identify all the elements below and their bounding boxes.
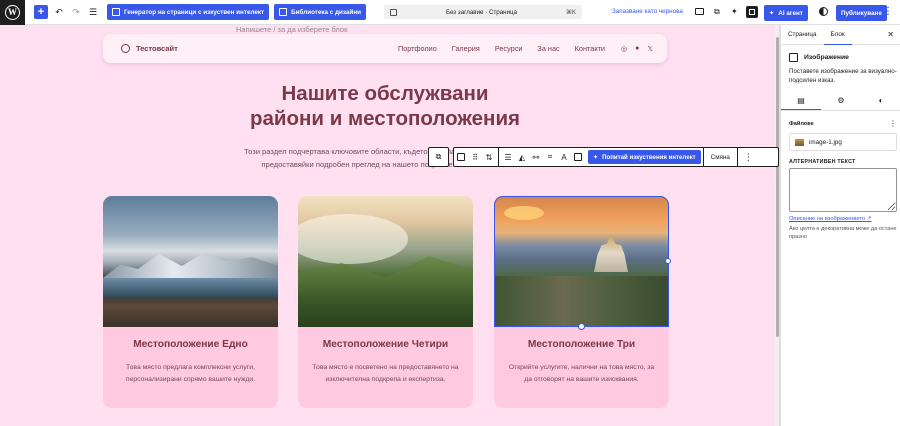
duotone-filter-icon[interactable]: ◭	[515, 150, 529, 164]
ask-ai-button[interactable]: ✦ Попитай изкуствения интелект	[588, 150, 701, 164]
selected-block-outline	[494, 196, 669, 327]
alt-text-label: АЛТЕРНАТИВЕН ТЕКСТ	[789, 159, 856, 165]
sparkle-icon: ✦	[593, 153, 599, 161]
image-block-icon	[789, 53, 798, 62]
resize-handle-bottom[interactable]	[578, 323, 585, 330]
card-text[interactable]: Открийте услугите, налични на това място…	[508, 362, 655, 386]
toolbar-divider	[498, 148, 499, 166]
save-draft-button[interactable]: Запазване като чернова	[612, 8, 683, 15]
card-image[interactable]	[103, 196, 278, 327]
editor-canvas: Напишете / за да изберете блок Тестовсай…	[0, 25, 775, 426]
ai-page-generator-button[interactable]: Генератор на страници с изкуствен интеле…	[107, 4, 270, 20]
file-name: image-1.jpg	[809, 138, 842, 146]
view-page-icon[interactable]: ⧉	[714, 7, 723, 16]
replace-button[interactable]: Смяна	[706, 154, 735, 161]
social-links: ◎ ● 𝕏	[621, 45, 653, 53]
nav-item-contact[interactable]: Контакти	[575, 44, 605, 53]
card-text[interactable]: Това място предлага комплексни услуги, п…	[117, 362, 264, 386]
move-up-down-icon[interactable]: ⇅	[482, 150, 496, 164]
x-icon[interactable]: 𝕏	[647, 45, 653, 53]
crop-icon[interactable]: ⌗	[543, 150, 557, 164]
describe-image-link[interactable]: Описание на изображението ↗	[789, 216, 871, 222]
text-overlay-icon[interactable]: A	[557, 150, 571, 164]
document-overview-icon[interactable]: ☰	[87, 5, 99, 19]
undo-icon[interactable]: ↶	[53, 5, 65, 19]
document-title-bar[interactable]: Без заглавие · Страница ⌘K	[384, 5, 582, 19]
block-options-icon[interactable]: ⋮	[740, 152, 757, 163]
tab-page[interactable]: Страница	[781, 25, 824, 45]
site-header: Тестовсайт Портфолио Галерия Ресурси За …	[103, 34, 667, 63]
toolbar-divider	[702, 148, 704, 166]
location-card[interactable]: Местоположение Четири Това място е посве…	[298, 196, 473, 408]
nav-item-portfolio[interactable]: Портфолио	[398, 44, 437, 53]
files-label: Файлове	[789, 121, 814, 127]
select-parent-icon[interactable]: ⧉	[432, 150, 446, 164]
external-link-icon: ↗	[866, 216, 872, 222]
tab-block[interactable]: Блок	[823, 25, 852, 45]
nav-item-gallery[interactable]: Галерия	[452, 44, 480, 53]
toolbar-divider	[736, 148, 738, 166]
library-icon	[279, 8, 288, 16]
block-toolbar: ⠿ ⇅ ☰ ◭ ⚯ ⌗ A ✦ Попитай изкуствения инте…	[453, 147, 779, 167]
card-title[interactable]: Местоположение Три	[494, 339, 669, 350]
wordpress-logo-button[interactable]: W	[0, 0, 25, 25]
settings-panel-toggle-icon[interactable]	[746, 6, 758, 18]
wordpress-icon: W	[5, 4, 20, 20]
settings-sidebar: Страница Блок ✕ Изображение Поставете из…	[780, 25, 900, 426]
alt-text-help: Ако целта е декоративна може да остане п…	[789, 226, 897, 240]
block-settings-tabs: ▤ ⚙ ◐	[781, 91, 900, 111]
device-preview-icon[interactable]	[695, 8, 704, 15]
contrast-icon[interactable]	[819, 7, 828, 16]
sidebar-tabs: Страница Блок ✕	[781, 25, 900, 45]
page-generator-icon	[112, 8, 120, 16]
link-icon[interactable]: ⚯	[529, 150, 543, 164]
card-image[interactable]	[298, 196, 473, 327]
block-card: Изображение	[789, 53, 849, 62]
block-inserter-hint[interactable]: Напишете / за да изберете блок	[236, 25, 347, 34]
file-thumbnail	[795, 138, 804, 146]
caption-icon[interactable]	[571, 150, 585, 164]
sparkle-icon: ✦	[769, 9, 775, 17]
design-library-button[interactable]: Библиотека с дизайни	[274, 4, 367, 20]
gear-icon[interactable]: ⚙	[821, 91, 861, 110]
card-text[interactable]: Това място е посветено на предоставянето…	[312, 362, 459, 386]
site-title[interactable]: Тестовсайт	[136, 44, 178, 53]
facebook-icon[interactable]: ●	[635, 45, 639, 53]
page-icon	[390, 8, 397, 16]
close-icon[interactable]: ✕	[887, 30, 894, 39]
nav-item-about[interactable]: За нас	[537, 44, 559, 53]
parent-block-selector[interactable]: ⧉	[428, 147, 449, 167]
image-block-icon[interactable]	[454, 150, 468, 164]
block-name: Изображение	[804, 54, 849, 61]
card-title[interactable]: Местоположение Едно	[103, 339, 278, 350]
site-navigation: Портфолио Галерия Ресурси За нас Контакт…	[398, 44, 605, 53]
alt-text-field[interactable]	[789, 168, 897, 212]
sparkle-icon[interactable]: ✦	[731, 7, 740, 16]
align-icon[interactable]: ☰	[501, 150, 515, 164]
card-title[interactable]: Местоположение Четири	[298, 339, 473, 350]
section-heading[interactable]: Нашите обслужвани райони и местоположени…	[200, 81, 570, 131]
instagram-icon[interactable]: ◎	[621, 45, 627, 53]
location-card[interactable]: Местоположение Едно Това място предлага …	[103, 196, 278, 408]
files-options-icon[interactable]: ⋮	[889, 119, 897, 128]
resize-handle-right[interactable]	[665, 258, 671, 264]
scrollbar-thumb[interactable]	[776, 37, 779, 337]
nav-item-resources[interactable]: Ресурси	[495, 44, 523, 53]
publish-button[interactable]: Публикуване	[836, 5, 887, 21]
file-item[interactable]: image-1.jpg	[789, 133, 897, 151]
drag-handle-icon[interactable]: ⠿	[468, 150, 482, 164]
block-description: Поставете изображение за визуално-подсил…	[789, 68, 897, 84]
redo-icon[interactable]: ↷	[70, 5, 82, 19]
add-block-button[interactable]: +	[34, 5, 48, 19]
styles-tab-icon[interactable]: ◐	[861, 91, 900, 110]
site-logo-icon[interactable]	[121, 44, 130, 53]
more-options-icon[interactable]: ⋮	[883, 6, 893, 17]
settings-tab-icon[interactable]: ▤	[781, 91, 821, 110]
ai-agent-button[interactable]: ✦ AI агент	[764, 5, 808, 21]
